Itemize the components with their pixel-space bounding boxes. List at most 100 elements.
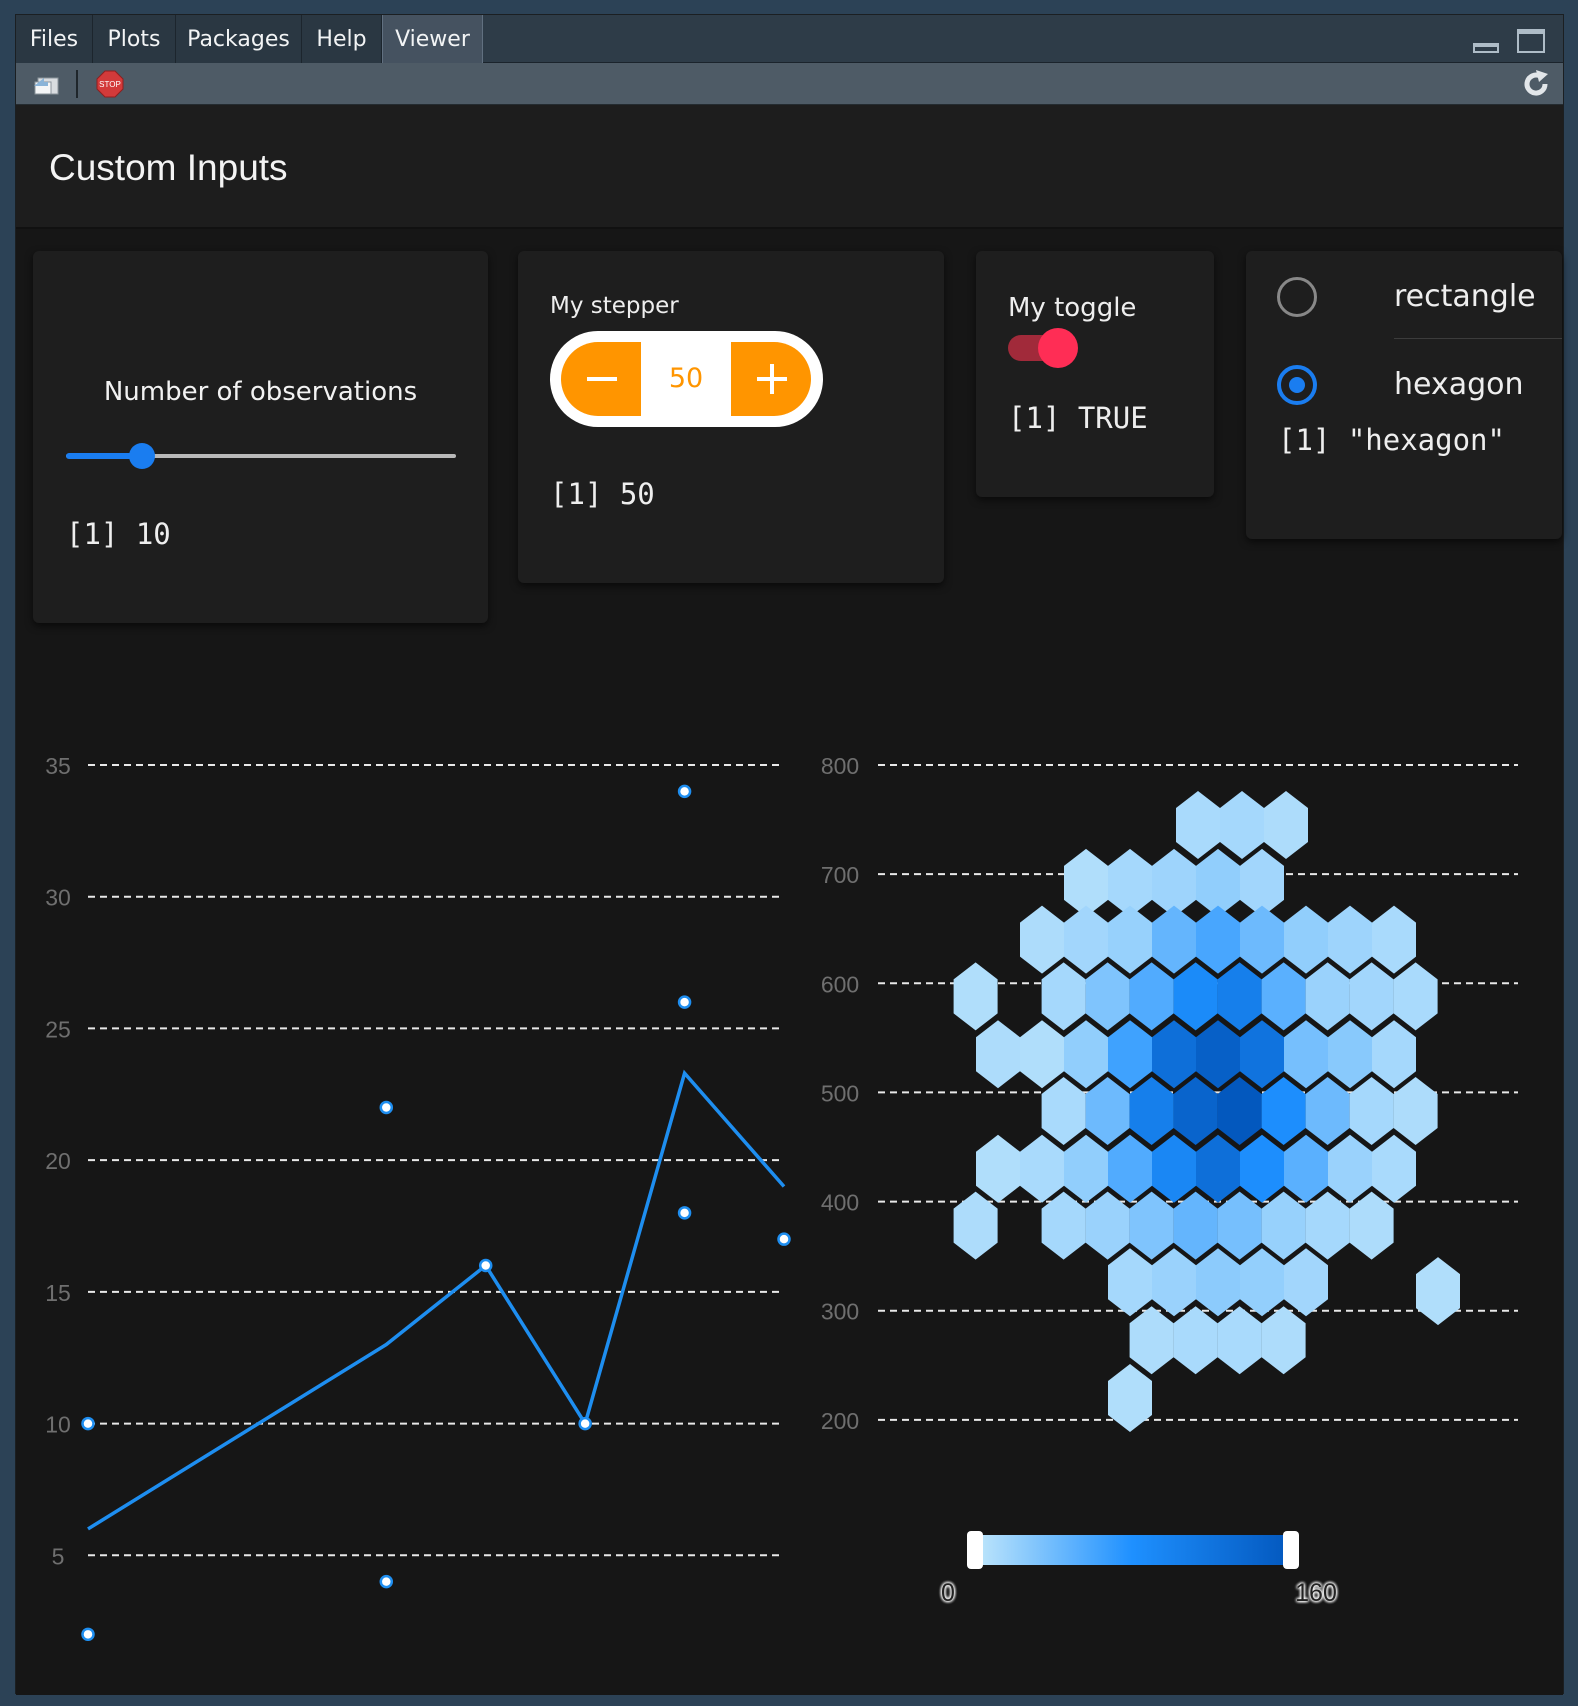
y-tick-label: 30 (45, 885, 71, 911)
export-icon[interactable] (32, 72, 62, 96)
hexbin-cell (1176, 791, 1220, 859)
hexbin-cell (1152, 1020, 1196, 1089)
hexbin-cell (1349, 1077, 1394, 1145)
radio-output: [1] "hexagon" (1278, 423, 1505, 457)
y-tick-label: 20 (45, 1148, 71, 1174)
hexbin-cell (1372, 1020, 1416, 1089)
hexbin-cell (1041, 1077, 1086, 1145)
hexbin-cell (1129, 962, 1174, 1031)
observations-card: Number of observations [1] 10 (33, 251, 488, 623)
data-point (677, 1206, 692, 1220)
hexbin-cell (1085, 1077, 1130, 1145)
tab-bar: Files Plots Packages Help Viewer (16, 15, 1563, 63)
hexbin-cell (1196, 905, 1240, 974)
hexbin-cell (1372, 905, 1416, 974)
radio-hexagon[interactable] (1277, 365, 1317, 405)
radio-rectangle[interactable] (1277, 277, 1317, 317)
viewer-toolbar: STOP (16, 63, 1563, 105)
hexbin-cell (1240, 1020, 1284, 1089)
hexbin-cell (1173, 1306, 1218, 1375)
hexbin-cell (1261, 962, 1306, 1031)
hexbin-cell (1196, 1134, 1240, 1203)
hexbin-cell (1372, 1134, 1416, 1203)
legend-max-label: 160 (1295, 1579, 1337, 1607)
hexbin-cell (1129, 1306, 1174, 1375)
tab-packages[interactable]: Packages (176, 15, 302, 63)
hexbin-cell (1328, 1134, 1372, 1203)
minimize-icon[interactable] (1473, 43, 1499, 53)
hexbin-cell (1196, 1020, 1240, 1089)
legend-gradient-bar (976, 1535, 1289, 1565)
legend-min-handle[interactable] (967, 1531, 983, 1569)
stepper-output: [1] 50 (550, 477, 655, 511)
hexbin-cell (1305, 1077, 1350, 1145)
hexbin-cell (1173, 962, 1218, 1031)
y-tick-label: 25 (45, 1016, 71, 1042)
hexbin-cell (976, 1134, 1020, 1203)
radio-rectangle-label[interactable]: rectangle (1394, 279, 1536, 314)
hexbin-cell (1152, 1134, 1196, 1203)
hexbin-cell (1393, 1077, 1438, 1145)
stepper-label: My stepper (550, 293, 679, 319)
hexbin-cell (1284, 1134, 1328, 1203)
hexbin-cell (1108, 1248, 1152, 1317)
toolbar-separator (76, 70, 78, 98)
y-tick-label: 100 (821, 1517, 859, 1521)
hexbin-cell (1020, 1020, 1064, 1089)
legend-max-handle[interactable] (1283, 1531, 1299, 1569)
observations-output: [1] 10 (66, 517, 171, 551)
observations-label: Number of observations (103, 377, 418, 407)
series-line (87, 1069, 786, 1531)
hexbin-cell (1284, 1020, 1328, 1089)
hexbin-cell (1328, 1020, 1372, 1089)
toggle-knob[interactable] (1038, 328, 1078, 368)
tab-plots[interactable]: Plots (93, 15, 176, 63)
y-tick-label: 800 (821, 753, 859, 779)
tab-viewer[interactable]: Viewer (382, 15, 483, 63)
y-tick-label: 5 (52, 1543, 65, 1569)
viewer-window: Files Plots Packages Help Viewer STOP Cu… (15, 14, 1564, 1695)
hexbin-cell (1108, 1364, 1152, 1432)
hexbin-cell (1152, 1248, 1196, 1317)
stepper-plus-button[interactable] (731, 342, 811, 416)
hexbin-cell (1220, 791, 1264, 859)
legend-min-label: 0 (941, 1579, 955, 1607)
data-point (677, 995, 692, 1009)
plus-icon-vertical (770, 364, 774, 394)
y-tick-label: 300 (821, 1299, 859, 1325)
stepper-minus-button[interactable] (561, 342, 641, 416)
stop-icon-text: STOP (99, 80, 121, 89)
hexbin-cell (1240, 1248, 1284, 1317)
tab-files[interactable]: Files (16, 15, 93, 63)
line-chart: 051015202530354567891011 (45, 753, 791, 1641)
hexbin-cell (1393, 962, 1438, 1031)
toggle-label: My toggle (1008, 293, 1137, 323)
data-point (478, 1258, 493, 1273)
y-tick-label: 400 (821, 1190, 859, 1216)
stepper-value[interactable]: 50 (641, 342, 731, 416)
radio-hexagon-label[interactable]: hexagon (1394, 367, 1524, 402)
hexbin-cell (1108, 1134, 1152, 1203)
hexbin-cell (1217, 962, 1262, 1031)
hexbin-cell (976, 1020, 1020, 1089)
y-tick-label: 10 (45, 1412, 71, 1438)
hexbin-cell (1217, 1077, 1262, 1145)
hexbin-cell (1284, 905, 1328, 974)
maximize-icon[interactable] (1517, 29, 1545, 53)
y-tick-label: 600 (821, 971, 859, 997)
stepper: 50 (550, 331, 823, 427)
radio-divider (1394, 338, 1562, 339)
data-point (81, 1627, 95, 1641)
hexbin-cell (1217, 1306, 1262, 1375)
slider-handle[interactable] (129, 443, 155, 469)
toggle-output: [1] TRUE (1008, 401, 1148, 435)
hexbin-cell (1085, 962, 1130, 1031)
tab-help[interactable]: Help (302, 15, 382, 63)
refresh-icon[interactable] (1521, 69, 1551, 99)
hexbin-chart: 1002003004005006007008001002003004005006… (821, 753, 1518, 1521)
stop-icon[interactable]: STOP (96, 70, 124, 98)
y-tick-label: 500 (821, 1080, 859, 1106)
hexbin-cell (1240, 1134, 1284, 1203)
hexbin-cell (1108, 905, 1152, 974)
hexbin-cell (1064, 1020, 1108, 1089)
